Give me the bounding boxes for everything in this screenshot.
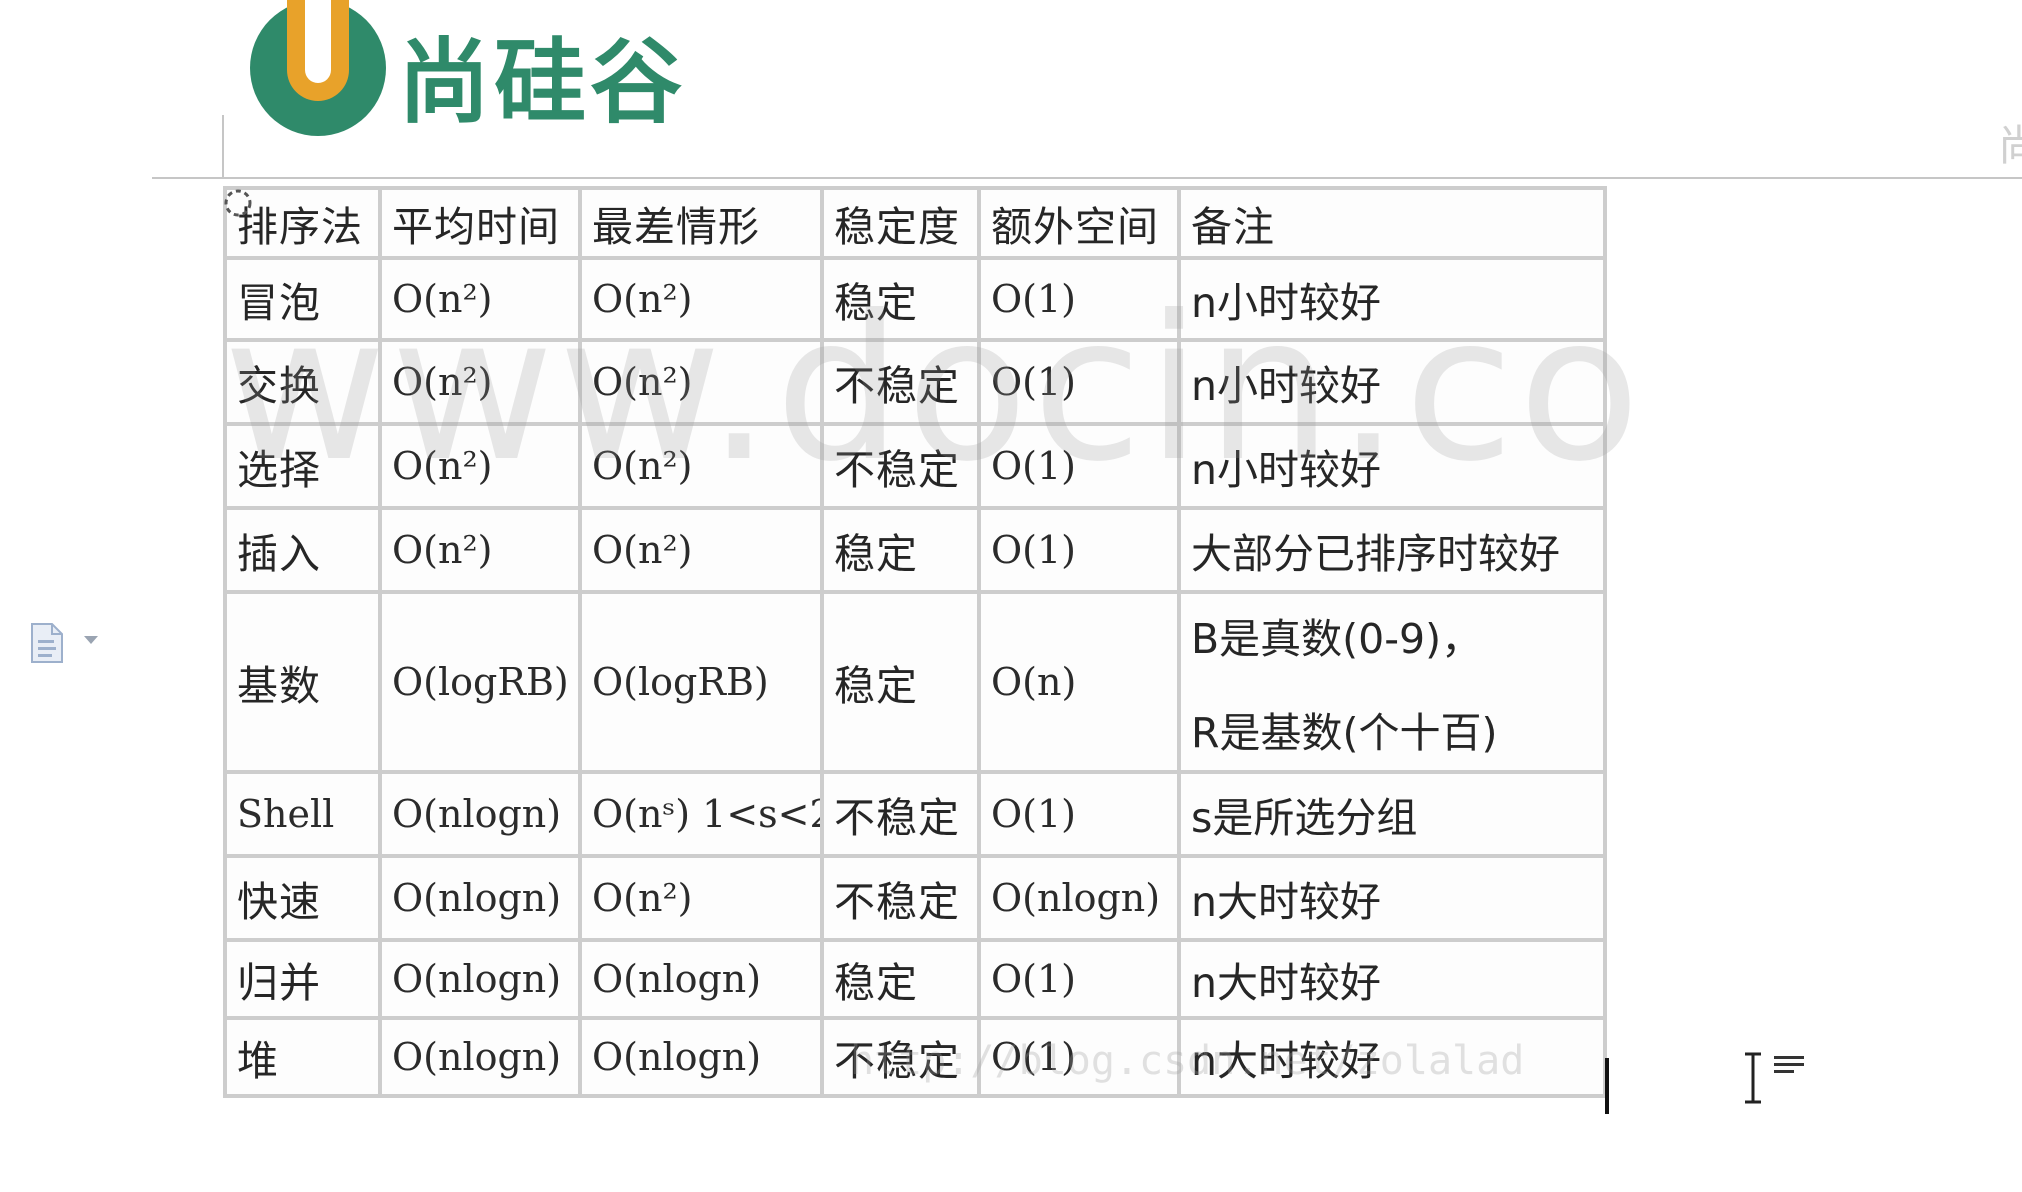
- header-remarks: 备注: [1177, 186, 1607, 260]
- note-line-1: B是真数(0-9)，: [1191, 615, 1483, 663]
- cell-stability: 稳定: [820, 590, 981, 774]
- sort-comparison-table-image: 排序法 平均时间 最差情形 稳定度 额外空间 备注 冒泡 O(n²) O(n²)…: [223, 186, 1607, 1098]
- cell-stability: 稳定: [820, 938, 981, 1020]
- header-stability: 稳定度: [820, 186, 981, 260]
- cell-stability: 不稳定: [820, 1016, 981, 1098]
- page-margin-marker: [222, 115, 224, 179]
- document-icon[interactable]: [30, 622, 64, 664]
- cell-name: 快速: [223, 854, 382, 942]
- cell-worst: O(nˢ) 1<s<2: [578, 770, 824, 858]
- cell-space: O(1): [977, 422, 1181, 510]
- cell-note: n小时较好: [1177, 256, 1607, 342]
- cell-avg: O(n²): [378, 506, 582, 594]
- header-extra-space: 额外空间: [977, 186, 1181, 260]
- chevron-down-icon[interactable]: [84, 636, 98, 644]
- cell-note: n大时较好: [1177, 854, 1607, 942]
- cell-avg: O(n²): [378, 256, 582, 342]
- cell-note: n大时较好: [1177, 938, 1607, 1020]
- table-row: 基数 O(logRB) O(logRB) 稳定 O(n) B是真数(0-9)， …: [223, 590, 1607, 774]
- table-row: 选择 O(n²) O(n²) 不稳定 O(1) n小时较好: [223, 422, 1607, 510]
- cell-name: 插入: [223, 506, 382, 594]
- cell-stability: 稳定: [820, 506, 981, 594]
- cell-avg: O(nlogn): [378, 854, 582, 942]
- cell-avg: O(nlogn): [378, 938, 582, 1020]
- cell-worst: O(n²): [578, 854, 824, 942]
- text-caret: [1605, 1058, 1609, 1114]
- cell-space: O(1): [977, 338, 1181, 426]
- cell-note: B是真数(0-9)， R是基数(个十百): [1177, 590, 1607, 774]
- cell-avg: O(n²): [378, 338, 582, 426]
- cell-avg: O(nlogn): [378, 1016, 582, 1098]
- header-average-time: 平均时间: [378, 186, 582, 260]
- cell-worst: O(nlogn): [578, 938, 824, 1020]
- table-row: 快速 O(nlogn) O(n²) 不稳定 O(nlogn) n大时较好: [223, 854, 1607, 942]
- cell-worst: O(logRB): [578, 590, 824, 774]
- logo-text: 尚硅谷: [398, 29, 687, 136]
- cell-space: O(1): [977, 938, 1181, 1020]
- cell-stability: 不稳定: [820, 770, 981, 858]
- sort-comparison-table: 排序法 平均时间 最差情形 稳定度 额外空间 备注 冒泡 O(n²) O(n²)…: [223, 186, 1607, 1098]
- cell-space: O(nlogn): [977, 854, 1181, 942]
- cell-stability: 不稳定: [820, 422, 981, 510]
- cell-worst: O(n²): [578, 422, 824, 510]
- cell-space: O(1): [977, 770, 1181, 858]
- cell-worst: O(n²): [578, 506, 824, 594]
- cell-stability: 稳定: [820, 256, 981, 342]
- ibeam-cursor-icon: [1745, 1052, 1761, 1104]
- cell-name: 选择: [223, 422, 382, 510]
- cell-note: n大时较好: [1177, 1016, 1607, 1098]
- table-header-row: 排序法 平均时间 最差情形 稳定度 额外空间 备注: [223, 186, 1607, 260]
- table-row: 堆 O(nlogn) O(nlogn) 不稳定 O(1) n大时较好: [223, 1016, 1607, 1098]
- note-line-2: R是基数(个十百): [1191, 709, 1498, 757]
- cell-worst: O(n²): [578, 256, 824, 342]
- cell-name: 基数: [223, 590, 382, 774]
- cell-space: O(1): [977, 256, 1181, 342]
- loading-icon: [224, 189, 252, 217]
- cell-stability: 不稳定: [820, 854, 981, 942]
- cell-note: s是所选分组: [1177, 770, 1607, 858]
- table-row: Shell O(nlogn) O(nˢ) 1<s<2 不稳定 O(1) s是所选…: [223, 770, 1607, 858]
- cell-space: O(1): [977, 1016, 1181, 1098]
- cell-name: 归并: [223, 938, 382, 1020]
- header-worst-case: 最差情形: [578, 186, 824, 260]
- table-row: 归并 O(nlogn) O(nlogn) 稳定 O(1) n大时较好: [223, 938, 1607, 1020]
- cell-avg: O(logRB): [378, 590, 582, 774]
- logo-mark-icon: [250, 0, 386, 136]
- cell-name: 冒泡: [223, 256, 382, 342]
- cell-worst: O(n²): [578, 338, 824, 426]
- cell-note: n小时较好: [1177, 338, 1607, 426]
- cell-avg: O(n²): [378, 422, 582, 510]
- cell-avg: O(nlogn): [378, 770, 582, 858]
- cell-name: 堆: [223, 1016, 382, 1098]
- table-row: 冒泡 O(n²) O(n²) 稳定 O(1) n小时较好: [223, 256, 1607, 342]
- cell-stability: 不稳定: [820, 338, 981, 426]
- cell-note: n小时较好: [1177, 422, 1607, 510]
- cell-worst: O(nlogn): [578, 1016, 824, 1098]
- table-row: 交换 O(n²) O(n²) 不稳定 O(1) n小时较好: [223, 338, 1607, 426]
- cell-note: 大部分已排序时较好: [1177, 506, 1607, 594]
- table-row: 插入 O(n²) O(n²) 稳定 O(1) 大部分已排序时较好: [223, 506, 1607, 594]
- cell-space: O(1): [977, 506, 1181, 594]
- cell-space: O(n): [977, 590, 1181, 774]
- header-right-text: 尚: [1998, 121, 2022, 170]
- header-divider: [152, 177, 2022, 179]
- cell-name: 交换: [223, 338, 382, 426]
- cell-name: Shell: [223, 770, 382, 858]
- paragraph-align-icon: [1774, 1056, 1804, 1073]
